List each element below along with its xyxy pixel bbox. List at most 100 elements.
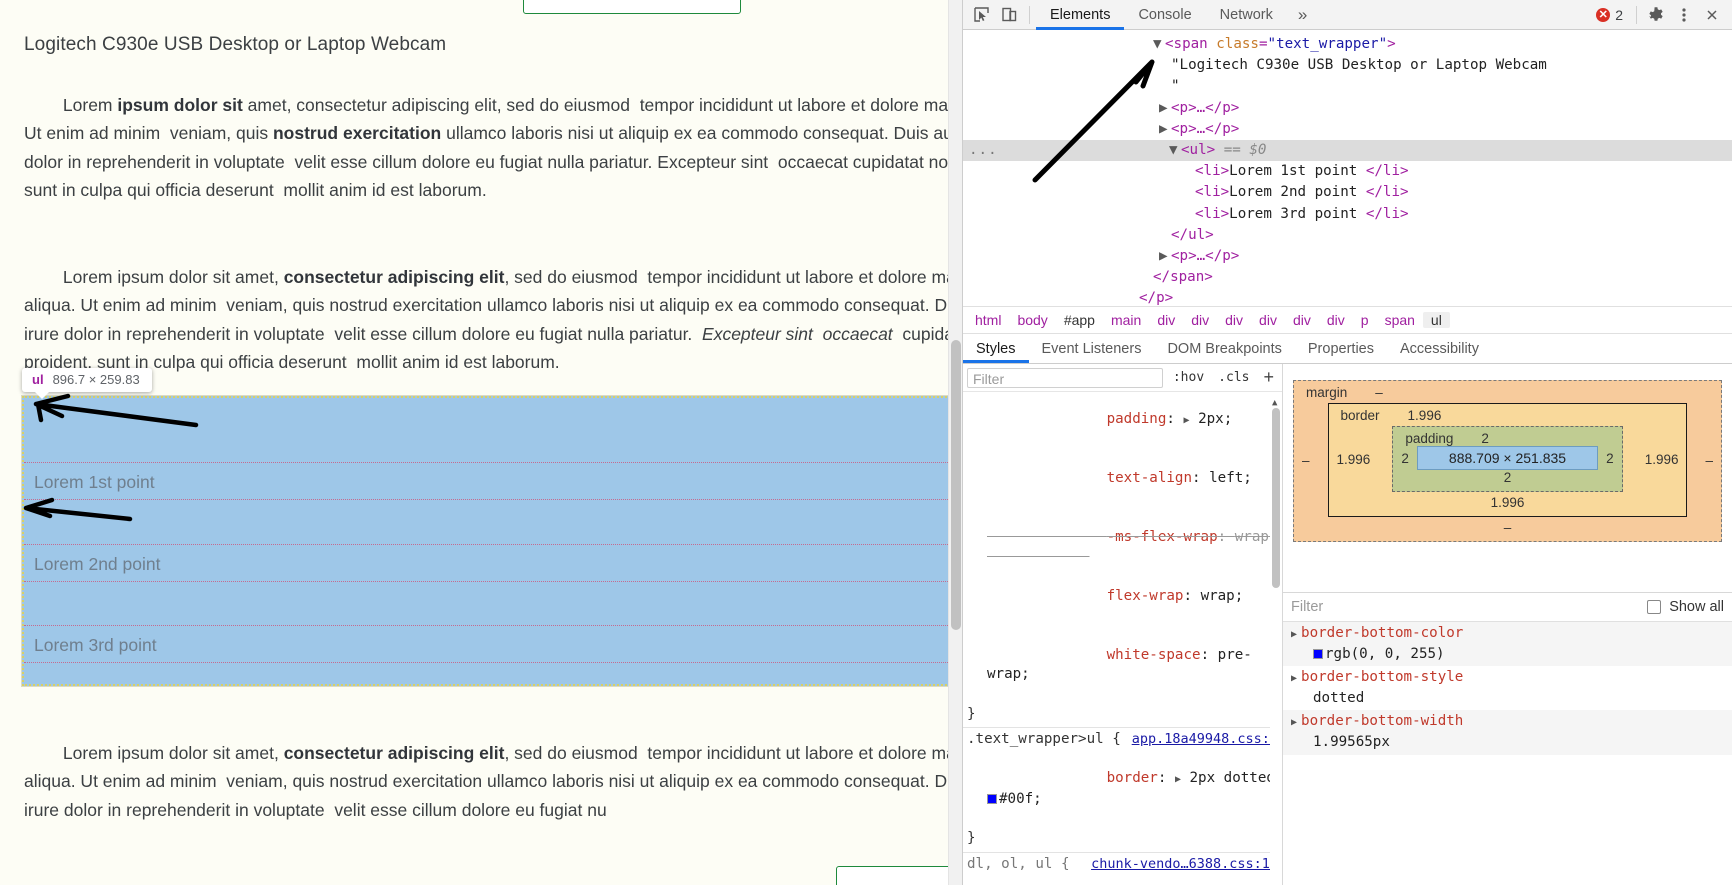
computed-property-row[interactable]: ▶ border-bottom-color rgb(0, 0, 255) xyxy=(1283,622,1732,667)
padding-left-value[interactable]: 2 xyxy=(1401,451,1409,466)
tab-accessibility[interactable]: Accessibility xyxy=(1387,334,1492,363)
breadcrumb-item-app[interactable]: #app xyxy=(1056,312,1103,328)
css-declaration-overridden[interactable]: margin-top: 0; xyxy=(963,874,1282,885)
computed-filter-input[interactable]: Filter xyxy=(1291,599,1639,615)
cls-toggle[interactable]: .cls xyxy=(1214,370,1253,385)
page-scrollbar-thumb[interactable] xyxy=(951,340,961,630)
css-rules-scroll-area[interactable]: padding: ▶ 2px; text-align: left; -ms-fl… xyxy=(963,392,1282,885)
padding-right-value[interactable]: 2 xyxy=(1606,451,1614,466)
dom-tree[interactable]: ▼ <span class="text_wrapper"> "Logitech C… xyxy=(963,30,1732,306)
new-style-rule-button[interactable]: + xyxy=(1259,367,1278,388)
tab-dom-breakpoints[interactable]: DOM Breakpoints xyxy=(1154,334,1294,363)
breadcrumb-item-body[interactable]: body xyxy=(1009,312,1055,328)
more-tabs-icon[interactable]: » xyxy=(1287,0,1318,30)
margin-right-value[interactable]: – xyxy=(1705,453,1713,468)
tab-elements[interactable]: Elements xyxy=(1036,0,1124,30)
dom-row-ul-selected[interactable]: ... ▼ <ul> == $0 xyxy=(963,139,1732,162)
device-toolbar-icon[interactable] xyxy=(995,2,1023,28)
css-declaration[interactable]: flex-wrap: wrap; xyxy=(963,567,1282,626)
breadcrumb-item-div-2[interactable]: div xyxy=(1183,312,1217,328)
collapse-triangle-icon[interactable]: ▶ xyxy=(1159,98,1171,119)
breadcrumb-item-div-4[interactable]: div xyxy=(1251,312,1285,328)
dom-row-p-collapsed-3[interactable]: ▶ <p>…</p> xyxy=(963,246,1732,267)
css-value[interactable]: wrap xyxy=(1235,529,1269,545)
tab-styles[interactable]: Styles xyxy=(963,334,1029,363)
css-value[interactable]: 2px xyxy=(1198,411,1224,427)
dom-row-li-2[interactable]: <li>Lorem 2nd point </li> xyxy=(963,182,1732,203)
box-model-border[interactable]: border 1.996 1.996 padding 2 2 888.709 ×… xyxy=(1327,403,1688,517)
list-item[interactable]: Lorem 3rd point xyxy=(24,625,956,663)
css-declaration-overridden[interactable]: -ms-flex-wrap: wrap; xyxy=(963,509,1282,568)
inspect-element-icon[interactable] xyxy=(967,2,995,28)
css-selector[interactable]: .text_wrapper>ul { xyxy=(963,730,1121,750)
breadcrumb-item-p[interactable]: p xyxy=(1353,312,1377,328)
dom-row-p-close[interactable]: </p> xyxy=(963,288,1732,306)
dom-row-span-open[interactable]: ▼ <span class="text_wrapper"> xyxy=(963,34,1732,55)
expand-triangle-icon[interactable]: ▶ xyxy=(1291,673,1297,684)
breadcrumb-item-span[interactable]: span xyxy=(1377,312,1423,328)
breadcrumb-item-main[interactable]: main xyxy=(1103,312,1149,328)
dom-row-textnode[interactable]: "Logitech C930e USB Desktop or Laptop We… xyxy=(963,55,1732,76)
css-declaration[interactable]: border: ▶ 2px dotted #00f; xyxy=(963,750,1282,829)
color-swatch[interactable] xyxy=(987,793,997,804)
collapse-triangle-icon[interactable]: ▶ xyxy=(1159,119,1171,140)
css-scrollbar[interactable]: ▲ ▼ xyxy=(1270,392,1282,885)
dom-row-textnode-end[interactable]: " xyxy=(963,76,1732,97)
dom-row-ul-close[interactable]: </ul> xyxy=(963,225,1732,246)
tab-console[interactable]: Console xyxy=(1124,0,1205,30)
breadcrumb-item-div-5[interactable]: div xyxy=(1285,312,1319,328)
styles-filter-input[interactable]: Filter xyxy=(967,367,1163,388)
box-model-content[interactable]: 888.709 × 251.835 xyxy=(1416,446,1599,470)
computed-properties-list[interactable]: ▶ border-bottom-color rgb(0, 0, 255) ▶ bor… xyxy=(1283,622,1732,755)
css-source-link[interactable]: chunk-vendo…6388.css:18 xyxy=(1091,855,1278,875)
collapse-triangle-icon[interactable]: ▶ xyxy=(1159,246,1171,267)
color-swatch[interactable] xyxy=(1313,648,1323,659)
web-page-viewport[interactable]: Logitech C930e USB Desktop or Laptop Web… xyxy=(0,0,962,885)
kebab-menu-icon[interactable] xyxy=(1670,2,1698,28)
css-value[interactable]: left xyxy=(1209,470,1243,486)
css-declaration[interactable]: text-align: left; xyxy=(963,450,1282,509)
inspected-ul-highlight[interactable]: Lorem 1st point Lorem 2nd point Lorem 3r… xyxy=(21,395,959,687)
border-right-value[interactable]: 1.996 xyxy=(1645,452,1679,467)
dom-row-li-1[interactable]: <li>Lorem 1st point </li> xyxy=(963,161,1732,182)
page-scrollbar[interactable] xyxy=(948,0,962,885)
computed-property-row[interactable]: ▶ border-bottom-width 1.99565px xyxy=(1283,710,1732,755)
padding-top-value[interactable]: 2 xyxy=(1481,431,1489,446)
box-model-padding[interactable]: padding 2 2 888.709 × 251.835 2 2 xyxy=(1392,426,1623,492)
list-item[interactable]: Lorem 2nd point xyxy=(24,544,956,582)
margin-bottom-value[interactable]: – xyxy=(1302,520,1713,535)
tab-properties[interactable]: Properties xyxy=(1295,334,1387,363)
expand-triangle-icon[interactable]: ▼ xyxy=(1153,34,1165,55)
css-source-link[interactable]: app.18a49948.css:1 xyxy=(1132,730,1278,750)
margin-top-value[interactable]: – xyxy=(1375,385,1383,400)
breadcrumb-item-html[interactable]: html xyxy=(967,312,1009,328)
padding-bottom-value[interactable]: 2 xyxy=(1401,470,1613,485)
expand-triangle-icon[interactable]: ▶ xyxy=(1291,629,1297,640)
css-value[interactable]: wrap xyxy=(1201,588,1235,604)
margin-left-value[interactable]: – xyxy=(1302,453,1310,468)
dom-row-p-collapsed-2[interactable]: ▶ <p>…</p> xyxy=(963,119,1732,140)
breadcrumb[interactable]: html body #app main div div div div div … xyxy=(963,306,1732,334)
border-top-value[interactable]: 1.996 xyxy=(1408,408,1442,423)
expand-triangle-icon[interactable]: ▶ xyxy=(1291,717,1297,728)
tab-network[interactable]: Network xyxy=(1206,0,1287,30)
list-item[interactable]: Lorem 1st point xyxy=(24,462,956,500)
computed-property-row[interactable]: ▶ border-bottom-style dotted xyxy=(1283,666,1732,710)
hidden-nodes-ellipsis[interactable]: ... xyxy=(969,140,998,161)
border-left-value[interactable]: 1.996 xyxy=(1337,452,1371,467)
css-scrollbar-thumb[interactable] xyxy=(1272,408,1280,588)
expand-triangle-icon[interactable]: ▼ xyxy=(1169,140,1181,161)
breadcrumb-item-div-3[interactable]: div xyxy=(1217,312,1251,328)
error-count-badge[interactable]: ✕ 2 xyxy=(1588,7,1631,23)
dom-row-li-3[interactable]: <li>Lorem 3rd point </li> xyxy=(963,204,1732,225)
breadcrumb-item-ul[interactable]: ul xyxy=(1422,312,1450,328)
css-selector[interactable]: dl, ol, ul { xyxy=(963,855,1070,875)
tab-event-listeners[interactable]: Event Listeners xyxy=(1029,334,1155,363)
border-bottom-value[interactable]: 1.996 xyxy=(1337,495,1679,510)
css-declaration[interactable]: white-space: pre-wrap; xyxy=(963,626,1282,704)
box-model-margin[interactable]: margin – – border 1.996 1.996 padding 2 … xyxy=(1293,380,1722,542)
show-all-checkbox[interactable] xyxy=(1647,600,1662,614)
close-icon[interactable] xyxy=(1698,2,1726,28)
breadcrumb-item-div-6[interactable]: div xyxy=(1319,312,1353,328)
hov-toggle[interactable]: :hov xyxy=(1169,370,1208,385)
